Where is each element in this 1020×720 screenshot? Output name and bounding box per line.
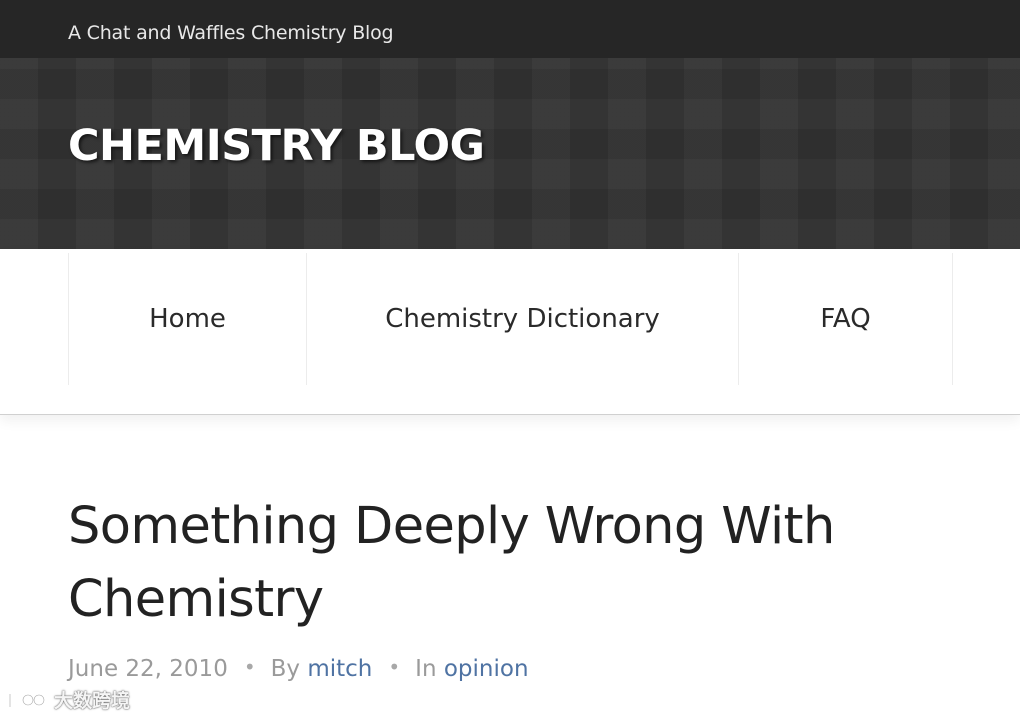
nav-item-faq[interactable]: FAQ bbox=[739, 253, 952, 385]
by-label: By bbox=[270, 656, 301, 682]
meta-separator: • bbox=[243, 655, 256, 679]
post-meta: June 22, 2010 • By mitch • In opinion bbox=[68, 652, 529, 684]
site-title[interactable]: CHEMISTRY BLOG bbox=[68, 120, 485, 172]
nav-item-chemistry-dictionary[interactable]: Chemistry Dictionary bbox=[307, 253, 738, 385]
nav-divider bbox=[952, 253, 953, 385]
top-bar: A Chat and Waffles Chemistry Blog bbox=[0, 0, 1020, 58]
meta-separator: • bbox=[388, 655, 401, 679]
post-title: Something Deeply Wrong With Chemistry bbox=[68, 497, 835, 629]
in-label: In bbox=[415, 656, 437, 682]
post-date: June 22, 2010 bbox=[68, 656, 228, 682]
category-link[interactable]: opinion bbox=[444, 656, 529, 682]
nav-item-home[interactable]: Home bbox=[69, 253, 306, 385]
watermark: 大数跨境 bbox=[6, 686, 130, 713]
author-link[interactable]: mitch bbox=[307, 656, 372, 682]
site-tagline: A Chat and Waffles Chemistry Blog bbox=[68, 22, 394, 44]
main-navigation: Home Chemistry Dictionary FAQ bbox=[0, 249, 1020, 415]
watermark-logo-icon bbox=[6, 689, 48, 711]
watermark-text: 大数跨境 bbox=[54, 690, 131, 712]
